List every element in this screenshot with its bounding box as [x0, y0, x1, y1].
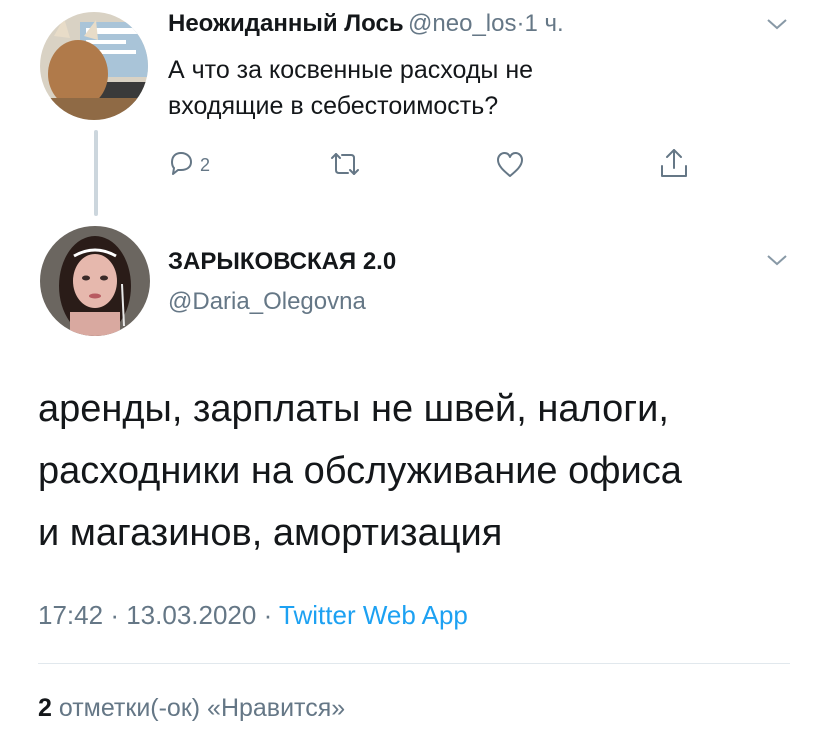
share-icon: [658, 146, 690, 187]
tweet-meta: 17:42 · 13.03.2020 · Twitter Web App: [38, 600, 468, 631]
avatar-image: [40, 226, 150, 336]
author-handle[interactable]: @Daria_Olegovna: [168, 288, 366, 316]
avatar[interactable]: [40, 226, 150, 336]
share-button[interactable]: [658, 146, 690, 187]
tweet-text-line: и магазинов, амортизация: [38, 512, 503, 554]
likes-label: отметки(-ок) «Нравится»: [58, 694, 346, 722]
like-icon: [494, 149, 526, 184]
reply-header: Неожиданный Лось @neo_los·1 ч.: [168, 10, 564, 38]
author-name[interactable]: Неожиданный Лось: [168, 10, 404, 37]
reply-text: А что за косвенные расходы не входящие в…: [168, 52, 533, 124]
avatar[interactable]: [40, 12, 148, 120]
retweet-button[interactable]: [328, 150, 362, 183]
tweet-source-link[interactable]: Twitter Web App: [279, 600, 468, 630]
tweet-time[interactable]: 1 ч.: [524, 10, 563, 37]
reply-text-line: входящие в себестоимость?: [168, 92, 499, 120]
like-button[interactable]: [494, 149, 526, 184]
tweet-date[interactable]: 13.03.2020: [126, 600, 256, 630]
author-handle[interactable]: @neo_los: [408, 10, 516, 37]
likes-count: 2: [38, 694, 52, 722]
thread-line: [94, 130, 98, 216]
reply-button[interactable]: 2: [166, 148, 210, 183]
avatar-image: [40, 12, 148, 120]
tweet-text-line: аренды, зарплаты не швей, налоги,: [38, 388, 669, 430]
separator-dot: ·: [110, 600, 119, 630]
reply-text-line: А что за косвенные расходы не: [168, 56, 534, 84]
likes-summary[interactable]: 2 отметки(-ок) «Нравится»: [38, 694, 345, 723]
tweet-time[interactable]: 17:42: [38, 600, 103, 630]
chevron-down-icon[interactable]: [766, 252, 788, 268]
chevron-down-icon[interactable]: [766, 16, 788, 32]
divider: [38, 663, 790, 664]
separator-dot: ·: [263, 600, 273, 630]
author-name[interactable]: ЗАРЫКОВСКАЯ 2.0: [168, 248, 396, 276]
tweet-text-line: расходники на обслуживание офиса: [38, 450, 682, 492]
reply-icon: [166, 148, 196, 183]
retweet-icon: [328, 150, 362, 183]
reply-count: 2: [200, 155, 211, 175]
tweet-text: аренды, зарплаты не швей, налоги, расход…: [38, 378, 682, 564]
